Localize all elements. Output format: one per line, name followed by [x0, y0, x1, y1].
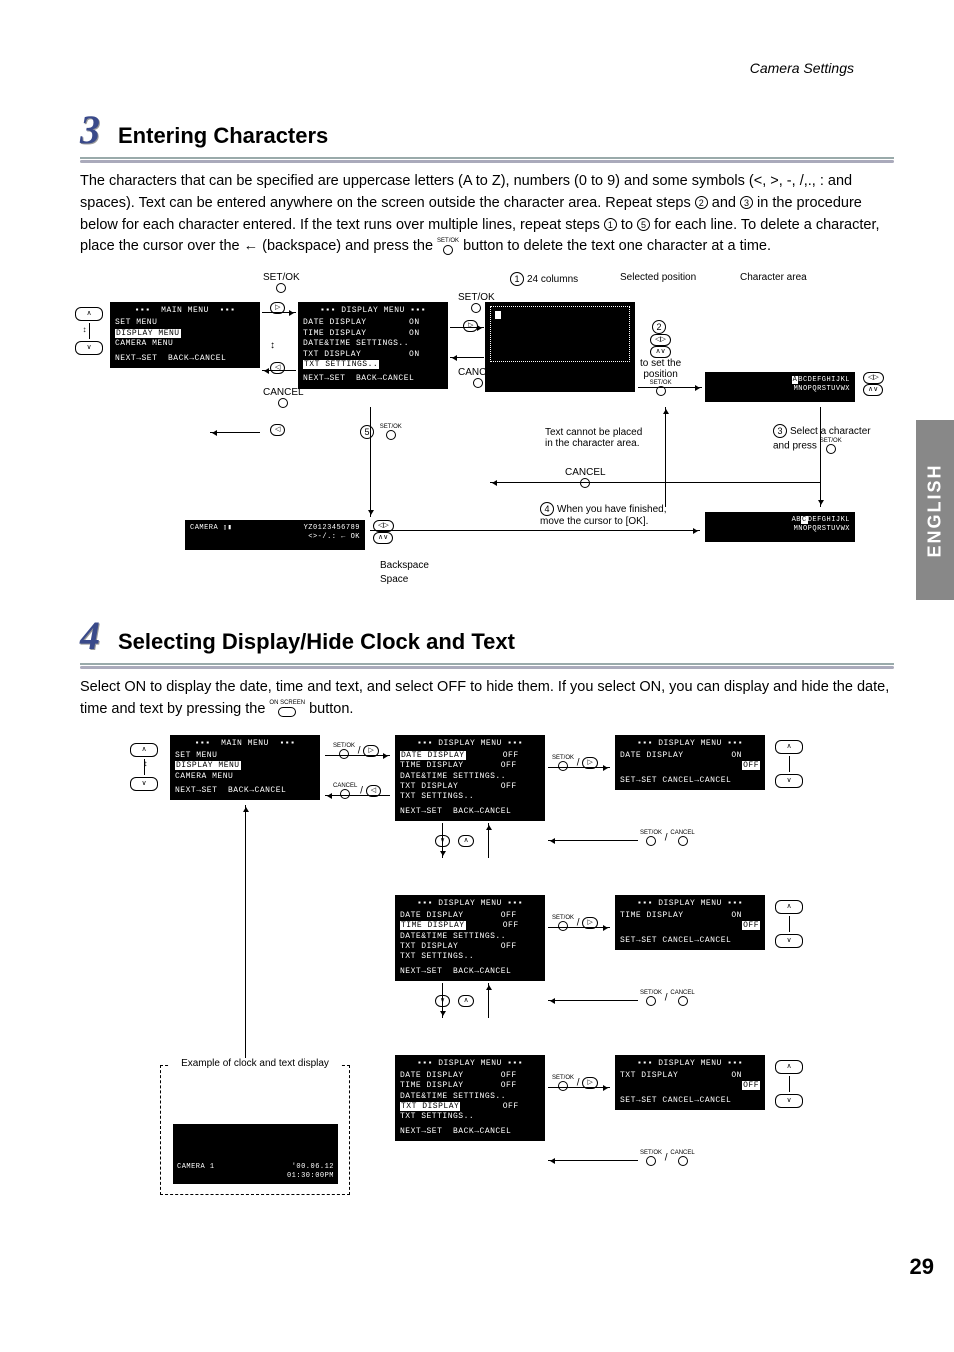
nav-keys: ∧↕∨	[130, 743, 158, 791]
nav-keys: ∧∨	[775, 1060, 803, 1108]
cancel-icon: CANCEL	[263, 387, 304, 409]
display-menu-screen: ▪▪▪ DISPLAY MENU ▪▪▪ DATE DISPLAY ON TIM…	[298, 302, 448, 389]
label-11-lines: 11 lines	[555, 347, 589, 358]
example-time: 01:30:00PM	[287, 1172, 334, 1180]
setok-cancel-icons: SET/OK / CANCEL	[640, 1150, 695, 1166]
character-area-screen-2: ABCDEFGHIJKL MNOPQRSTUVWX	[705, 512, 855, 542]
section-3-body: The characters that can be specified are…	[80, 171, 894, 258]
display-menu-date: ▪▪▪ DISPLAY MENU ▪▪▪ DATE DISPLAY OFF TI…	[395, 735, 545, 822]
setok-set-icon: SET/OK / ▷	[552, 915, 598, 931]
display-menu-time: ▪▪▪ DISPLAY MENU ▪▪▪ DATE DISPLAY OFF TI…	[395, 895, 545, 982]
example-label: Example of clock and text display	[169, 1058, 341, 1069]
character-area-screen: AABCDEFGHIJKLBCDEFGHIJKL MNOPQRSTUVWX	[705, 372, 855, 402]
body-text-part: Select ON to display the date, time and …	[80, 679, 889, 717]
label-character-area: Character area	[740, 272, 807, 283]
txt-display-screen: ▪▪▪ DISPLAY MENU ▪▪▪ TXT DISPLAY ON OFF …	[615, 1055, 765, 1111]
setok-icon: SET/OK	[458, 292, 495, 314]
setok-set-icon: SET/OK / ▷	[552, 1075, 598, 1091]
cancel-key-icon: ◁	[270, 362, 285, 374]
nav-lr-icon: ◁▷∧∨	[373, 520, 394, 544]
cancel-back-icon: CANCEL / ◁	[333, 783, 381, 799]
step-5-icon: 5 SET/OK	[360, 424, 402, 440]
body-text-part: to	[621, 217, 637, 233]
setok-icon: SET/OK	[263, 272, 300, 294]
example-date: '00.06.12	[292, 1163, 334, 1171]
diagram-entering-characters: 124 columns Selected position Character …	[80, 272, 894, 592]
main-menu-screen: ▪▪▪ MAIN MENU ▪▪▪ SET MENU DISPLAY MENU …	[110, 302, 260, 368]
down-up-icons: ∨ ∧	[435, 835, 474, 847]
character-row-screen: CAMERA ▯▮YZ0123456789 <>-/.: ← OK	[185, 520, 365, 550]
section-4-title: Selecting Display/Hide Clock and Text	[118, 629, 515, 655]
display-menu-txt: ▪▪▪ DISPLAY MENU ▪▪▪ DATE DISPLAY OFF TI…	[395, 1055, 545, 1142]
example-camera: CAMERA 1	[177, 1163, 215, 1181]
step-number-4: 4	[80, 612, 100, 659]
nav-up-down-keys: ∧↕∨	[75, 307, 103, 355]
label-space: Space	[380, 574, 408, 585]
language-tab-text: ENGLISH	[925, 463, 946, 557]
step-ref-3: 3	[740, 196, 753, 209]
up-down-icon: ↕	[270, 340, 275, 351]
diagram-display-hide: ▪▪▪ MAIN MENU ▪▪▪ SET MENU DISPLAY MENU …	[80, 735, 894, 1255]
body-text-part: button.	[309, 701, 353, 717]
label-no-place: Text cannot be placed in the character a…	[545, 427, 642, 449]
label-cursor: Cursor	[500, 364, 530, 375]
breadcrumb: Camera Settings	[80, 60, 894, 76]
setok-cancel-icons: SET/OK / CANCEL	[640, 830, 695, 846]
main-menu-screen-2: ▪▪▪ MAIN MENU ▪▪▪ SET MENU DISPLAY MENU …	[170, 735, 320, 801]
section-3-title: Entering Characters	[118, 123, 328, 149]
back-key-icon: ◁	[270, 424, 285, 436]
step-ref-1: 1	[604, 218, 617, 231]
cancel-icon: CANCEL	[458, 367, 499, 389]
nav-keys: ∧∨	[775, 740, 803, 788]
setok-set-icon: SET/OK / ▷	[333, 743, 379, 759]
setok-button-icon: SET/OK	[437, 238, 459, 255]
body-text-part: and	[712, 195, 740, 211]
label-backspace: Backspace	[380, 560, 429, 571]
section-4-body: Select ON to display the date, time and …	[80, 677, 894, 721]
label-select-char: 3Select a character and press SET/OK	[773, 424, 871, 454]
step-number-3: 3	[80, 106, 100, 153]
label-selected-position: Selected position	[620, 272, 696, 283]
language-tab: ENGLISH	[916, 420, 954, 600]
page-number: 29	[910, 1254, 934, 1280]
section-3-header: 3 Entering Characters	[80, 106, 894, 159]
setok-cancel-icons: SET/OK / CANCEL	[640, 990, 695, 1006]
nav-lr-icon: ◁▷∧∨	[863, 372, 884, 396]
section-4-header: 4 Selecting Display/Hide Clock and Text	[80, 612, 894, 665]
cancel-button-icon: CANCEL	[565, 467, 606, 489]
step-ref-5: 5	[637, 218, 650, 231]
label-set-position: 2◁▷∧∨to set the positionSET/OK	[640, 320, 681, 396]
onscreen-button-icon: ON SCREEN	[269, 700, 305, 717]
date-display-screen: ▪▪▪ DISPLAY MENU ▪▪▪ DATE DISPLAY ON OFF…	[615, 735, 765, 791]
example-display-box: Example of clock and text display CAMERA…	[160, 1065, 350, 1195]
body-text-part: button to delete the text one character …	[463, 238, 771, 254]
down-up-icons: ∨ ∧	[435, 995, 474, 1007]
step-ref-2: 2	[695, 196, 708, 209]
nav-keys: ∧∨	[775, 900, 803, 948]
label-finished: 4When you have finished, move the cursor…	[540, 502, 667, 527]
time-display-screen: ▪▪▪ DISPLAY MENU ▪▪▪ TIME DISPLAY ON OFF…	[615, 895, 765, 951]
setok-set-icon: SET/OK / ▷	[552, 755, 598, 771]
label-24-columns: 124 columns	[510, 272, 578, 286]
